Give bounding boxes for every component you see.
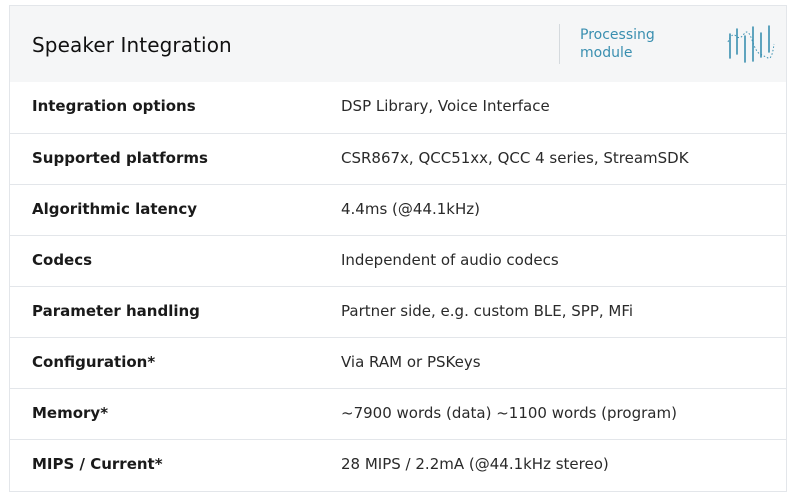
card-header: Speaker Integration Processing module bbox=[10, 6, 786, 82]
row-value: Via RAM or PSKeys bbox=[341, 353, 481, 371]
table-row: Memory* ~7900 words (data) ~1100 words (… bbox=[10, 388, 786, 439]
table-row: Integration options DSP Library, Voice I… bbox=[10, 82, 786, 133]
table-row: Configuration* Via RAM or PSKeys bbox=[10, 337, 786, 388]
row-value: Partner side, e.g. custom BLE, SPP, MFi bbox=[341, 302, 634, 320]
spec-table: Integration options DSP Library, Voice I… bbox=[10, 82, 786, 490]
row-label: Algorithmic latency bbox=[32, 200, 198, 218]
row-label: Configuration* bbox=[32, 353, 156, 371]
row-label: Codecs bbox=[32, 251, 93, 269]
spec-card: Speaker Integration Processing module In… bbox=[9, 5, 787, 492]
row-value: DSP Library, Voice Interface bbox=[341, 97, 550, 115]
row-label: Integration options bbox=[32, 97, 196, 115]
row-label: Memory* bbox=[32, 404, 109, 422]
table-row: MIPS / Current* 28 MIPS / 2.2mA (@44.1kH… bbox=[10, 439, 786, 490]
row-label: Supported platforms bbox=[32, 149, 208, 167]
row-label: MIPS / Current* bbox=[32, 455, 163, 473]
row-value: 28 MIPS / 2.2mA (@44.1kHz stereo) bbox=[341, 455, 609, 473]
row-label: Parameter handling bbox=[32, 302, 200, 320]
row-value: 4.4ms (@44.1kHz) bbox=[341, 200, 480, 218]
row-value: CSR867x, QCC51xx, QCC 4 series, StreamSD… bbox=[341, 149, 689, 167]
row-value: Independent of audio codecs bbox=[341, 251, 559, 269]
page-title: Speaker Integration bbox=[32, 33, 232, 57]
table-row: Codecs Independent of audio codecs bbox=[10, 235, 786, 286]
table-row: Algorithmic latency 4.4ms (@44.1kHz) bbox=[10, 184, 786, 235]
waveform-logo-icon bbox=[727, 25, 775, 63]
table-row: Parameter handling Partner side, e.g. cu… bbox=[10, 286, 786, 337]
table-row: Supported platforms CSR867x, QCC51xx, QC… bbox=[10, 133, 786, 184]
header-divider bbox=[559, 24, 560, 64]
row-value: ~7900 words (data) ~1100 words (program) bbox=[341, 404, 677, 422]
module-label: Processing module bbox=[580, 27, 655, 61]
